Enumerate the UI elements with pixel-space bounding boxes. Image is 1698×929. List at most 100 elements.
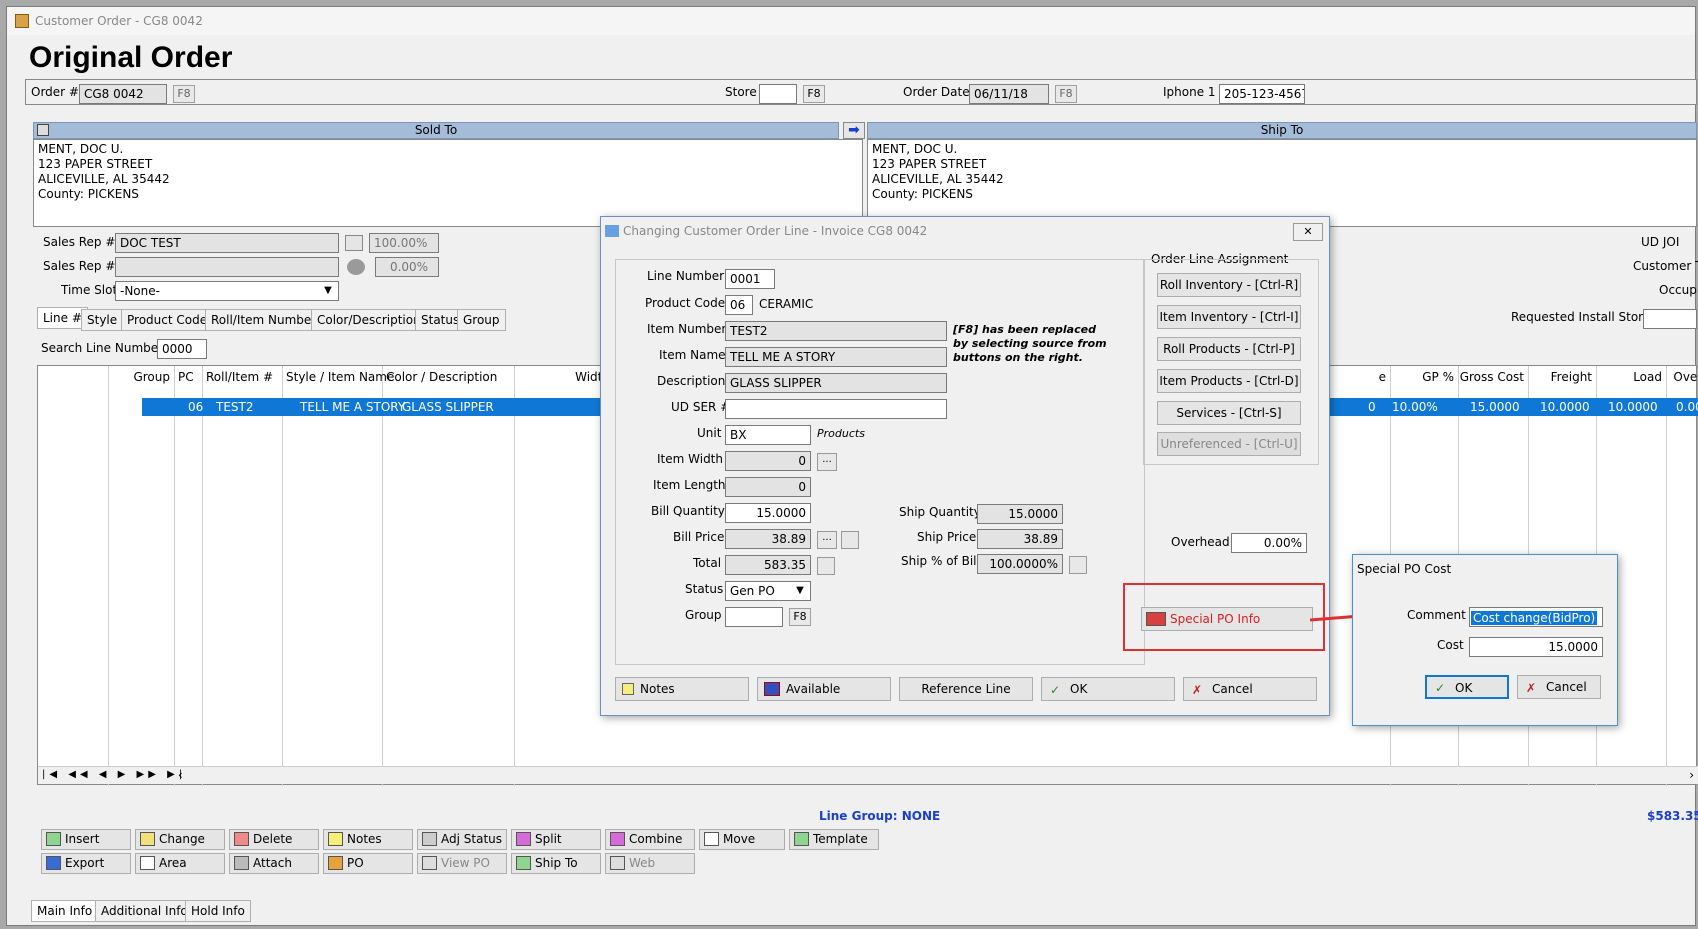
- insert-button[interactable]: Insert: [41, 829, 131, 850]
- col-partial[interactable]: e: [1360, 366, 1390, 388]
- copy-to-ship-arrow-icon[interactable]: ➡: [843, 122, 865, 139]
- ship-pct-field[interactable]: 100.0000%: [977, 554, 1063, 574]
- col-gross-cost[interactable]: Gross Cost: [1458, 366, 1528, 388]
- product-code-field[interactable]: 06: [725, 295, 753, 315]
- sales-rep1-field[interactable]: DOC TEST: [115, 233, 339, 253]
- status-chevron-down-icon[interactable]: ▼: [791, 583, 809, 599]
- change-button[interactable]: Change: [135, 829, 225, 850]
- roll-products-button[interactable]: Roll Products - [Ctrl-P]: [1157, 337, 1301, 361]
- dialog-ok-button[interactable]: ✓ OK: [1041, 677, 1175, 701]
- export-button[interactable]: Export: [41, 853, 131, 874]
- overhead-field[interactable]: 0.00%: [1231, 533, 1307, 553]
- col-freight[interactable]: Freight: [1528, 366, 1596, 388]
- template-button[interactable]: Template: [789, 829, 879, 850]
- order-number-field[interactable]: CG8 0042: [79, 84, 167, 104]
- col-gp-pct[interactable]: GP %: [1390, 366, 1458, 388]
- tab-additional-info[interactable]: Additional Info: [95, 900, 194, 922]
- sales-rep2-pct[interactable]: 0.00%: [375, 257, 439, 277]
- close-icon[interactable]: ✕: [1293, 223, 1323, 241]
- item-width-field[interactable]: 0: [725, 451, 811, 471]
- sales-rep2-field[interactable]: [115, 257, 339, 277]
- bill-quantity-field[interactable]: 15.0000: [725, 503, 811, 523]
- attach-button[interactable]: Attach: [229, 853, 319, 874]
- ship-to-button[interactable]: Ship To: [511, 853, 601, 874]
- dialog-notes-button[interactable]: Notes: [615, 677, 749, 701]
- notes-button[interactable]: Notes: [323, 829, 413, 850]
- item-inventory-button[interactable]: Item Inventory - [Ctrl-I]: [1157, 305, 1301, 329]
- tab-roll-item[interactable]: Roll/Item Number: [205, 309, 323, 331]
- scroll-left-icon[interactable]: ‹: [178, 768, 183, 782]
- rep1-lock-icon[interactable]: [345, 235, 363, 251]
- cost-field[interactable]: 15.0000: [1469, 637, 1603, 657]
- tab-hold-info[interactable]: Hold Info: [185, 900, 251, 922]
- col-group[interactable]: Group: [108, 366, 174, 388]
- tab-color-description[interactable]: Color/Description: [311, 309, 427, 331]
- date-f8-button[interactable]: F8: [1055, 85, 1077, 103]
- bill-price-lock-icon[interactable]: [841, 531, 859, 549]
- store-field[interactable]: [759, 84, 797, 104]
- col-pc[interactable]: PC: [174, 366, 202, 388]
- col-style-item-name[interactable]: Style / Item Name: [282, 366, 394, 388]
- tab-main-info[interactable]: Main Info: [31, 900, 99, 922]
- group-f8-button[interactable]: F8: [789, 608, 811, 626]
- comment-field[interactable]: Cost change(BidPro): [1469, 607, 1603, 627]
- ship-quantity-field[interactable]: 15.0000: [977, 504, 1063, 524]
- col-roll-item[interactable]: Roll/Item #: [202, 366, 282, 388]
- col-load[interactable]: Load: [1596, 366, 1666, 388]
- line-number-field[interactable]: 0001: [725, 269, 775, 289]
- reference-line-button[interactable]: Reference Line: [899, 677, 1033, 701]
- ship-pct-lock-icon[interactable]: [1069, 556, 1087, 574]
- combine-button[interactable]: Combine: [605, 829, 695, 850]
- special-po-info-button[interactable]: Special PO Info: [1141, 607, 1313, 631]
- available-button[interactable]: Available: [757, 677, 891, 701]
- lock-icon[interactable]: [37, 124, 49, 136]
- delete-button[interactable]: Delete: [229, 829, 319, 850]
- item-products-button[interactable]: Item Products - [Ctrl-D]: [1157, 369, 1301, 393]
- scroll-right-icon[interactable]: ›: [1689, 768, 1694, 782]
- move-button[interactable]: Move: [699, 829, 785, 850]
- req-install-select[interactable]: [1643, 309, 1697, 329]
- unreferenced-button[interactable]: Unreferenced - [Ctrl-U]: [1157, 432, 1301, 456]
- col-overhead[interactable]: Overhead: [1666, 366, 1698, 388]
- tab-product-code[interactable]: Product Code: [121, 309, 214, 331]
- record-nav-icons[interactable]: |◀ ◀◀ ◀ ▶ ▶▶ ▶|: [42, 769, 186, 780]
- description-field[interactable]: GLASS SLIPPER: [725, 373, 947, 393]
- item-length-field[interactable]: 0: [725, 477, 811, 497]
- phone-field[interactable]: 205-123-4567: [1219, 84, 1305, 104]
- order-date-field[interactable]: 06/11/18: [969, 84, 1049, 104]
- sold-to-box[interactable]: MENT, DOC U. 123 PAPER STREET ALICEVILLE…: [33, 139, 863, 227]
- ship-to-box[interactable]: MENT, DOC U. 123 PAPER STREET ALICEVILLE…: [867, 139, 1697, 227]
- unit-field[interactable]: BX: [725, 425, 811, 445]
- chevron-down-icon[interactable]: ▼: [319, 283, 337, 299]
- po-ok-button[interactable]: ✓ OK: [1425, 675, 1509, 699]
- ship-price-field[interactable]: 38.89: [977, 529, 1063, 549]
- store-f8-button[interactable]: F8: [803, 85, 825, 103]
- tab-style[interactable]: Style: [81, 309, 124, 331]
- total-lock-icon[interactable]: [817, 557, 835, 575]
- search-line-input[interactable]: 0000: [157, 339, 207, 359]
- item-number-field[interactable]: TEST2: [725, 321, 947, 341]
- ud-ser-field[interactable]: [725, 399, 947, 419]
- item-name-field[interactable]: TELL ME A STORY: [725, 347, 947, 367]
- tab-group[interactable]: Group: [457, 309, 506, 331]
- web-button[interactable]: Web: [605, 853, 695, 874]
- bill-price-ellipsis-button[interactable]: ...: [817, 531, 837, 549]
- item-width-ellipsis-button[interactable]: ...: [817, 453, 837, 471]
- order-f8-button[interactable]: F8: [173, 85, 195, 103]
- total-field[interactable]: 583.35: [725, 555, 811, 575]
- group-field[interactable]: [725, 607, 783, 627]
- area-button[interactable]: Area: [135, 853, 225, 874]
- po-button[interactable]: PO: [323, 853, 413, 874]
- col-color-description[interactable]: Color / Description: [382, 366, 514, 388]
- sales-rep1-pct[interactable]: 100.00%: [369, 233, 439, 253]
- po-cancel-button[interactable]: ✗ Cancel: [1517, 675, 1601, 699]
- roll-inventory-button[interactable]: Roll Inventory - [Ctrl-R]: [1157, 273, 1301, 297]
- split-button[interactable]: Split: [511, 829, 601, 850]
- adj-status-button[interactable]: Adj Status: [417, 829, 507, 850]
- horizontal-scrollbar[interactable]: |◀ ◀◀ ◀ ▶ ▶▶ ▶| ‹ ›: [38, 766, 1698, 784]
- rep2-tool-icon[interactable]: [347, 259, 365, 275]
- dialog-cancel-button[interactable]: ✗ Cancel: [1183, 677, 1317, 701]
- services-button[interactable]: Services - [Ctrl-S]: [1157, 401, 1301, 425]
- view-po-button[interactable]: View PO: [417, 853, 507, 874]
- bill-price-field[interactable]: 38.89: [725, 529, 811, 549]
